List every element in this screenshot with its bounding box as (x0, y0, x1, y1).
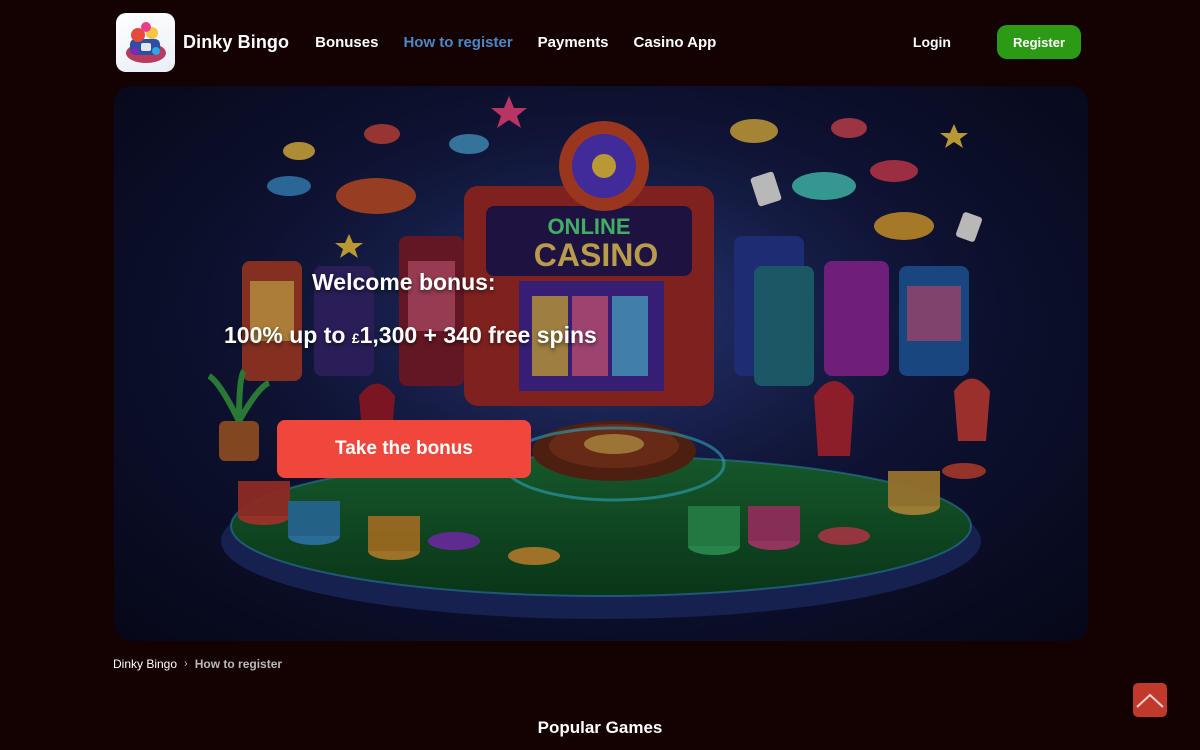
popular-games-title: Popular Games (537, 718, 663, 737)
site-logo-icon[interactable] (116, 12, 175, 72)
breadcrumb-current: How to register (194, 657, 283, 671)
hero-banner: ONLINE CASINO Welcome bonus: 100% up to … (114, 86, 1088, 641)
site-header: Dinky Bingo Bonuses How to register Paym… (116, 12, 1081, 72)
register-button[interactable]: Register (997, 25, 1081, 59)
brand-name[interactable]: Dinky Bingo (183, 32, 289, 53)
breadcrumb-home[interactable]: Dinky Bingo (113, 657, 177, 671)
offer-amount: 1,300 + 340 free spins (359, 322, 597, 348)
scroll-to-top-button[interactable] (1133, 683, 1167, 717)
take-bonus-button[interactable]: Take the bonus (277, 420, 531, 478)
nav-item-how-to-register[interactable]: How to register (403, 34, 512, 51)
nav-item-payments[interactable]: Payments (538, 34, 609, 51)
main-nav: Bonuses How to register Payments Casino … (315, 34, 741, 51)
login-link[interactable]: Login (913, 34, 951, 50)
breadcrumb-separator: › (184, 658, 188, 670)
offer-currency: £ (351, 330, 360, 346)
hero-title: Welcome bonus: (312, 269, 496, 295)
hero-offer: 100% up to £1,300 + 340 free spins (224, 322, 597, 349)
offer-prefix: 100% up to (224, 322, 352, 348)
breadcrumb: Dinky Bingo › How to register (113, 657, 282, 671)
hero-overlay (114, 86, 1088, 641)
nav-item-casino-app[interactable]: Casino App (634, 34, 717, 51)
nav-item-bonuses[interactable]: Bonuses (315, 34, 378, 51)
header-actions: Login Register (913, 25, 1081, 59)
chevron-up-icon (1136, 693, 1164, 708)
